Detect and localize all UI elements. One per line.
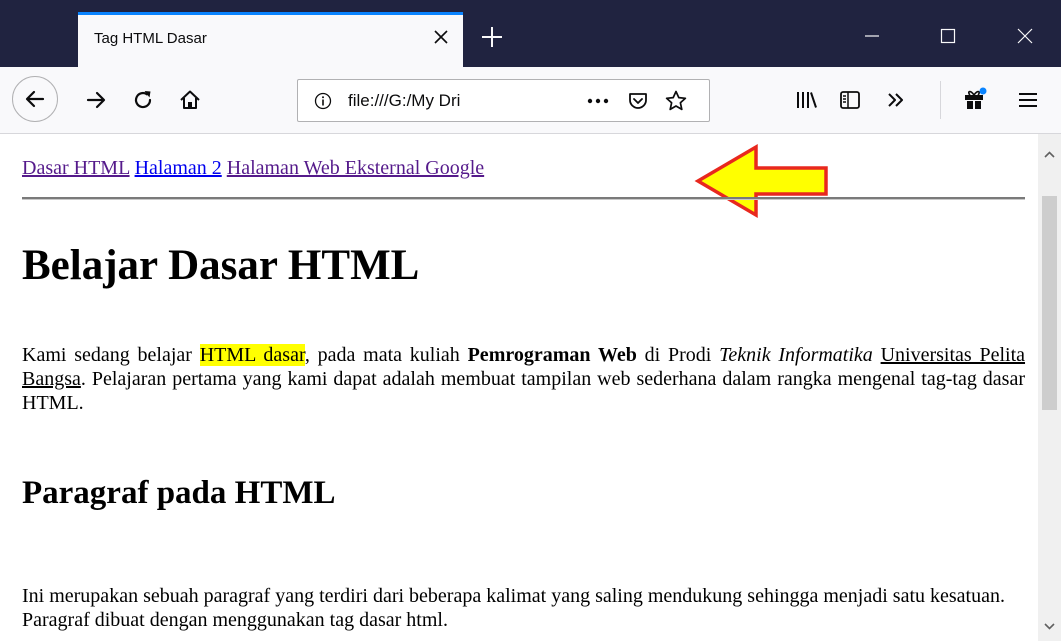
link-google[interactable]: Halaman Web Eksternal Google [227,157,484,179]
window-close-icon[interactable] [1015,26,1035,46]
forward-icon[interactable] [84,88,108,112]
url-text[interactable]: file:///G:/My Dri [348,91,513,111]
web-content: Dasar HTML Halaman 2 Halaman Web Ekstern… [8,134,1038,641]
close-icon[interactable] [431,27,451,47]
pocket-icon[interactable] [627,90,649,112]
nav-links: Dasar HTML Halaman 2 Halaman Web Ekstern… [22,157,484,180]
paragraph-section: Ini merupakan sebuah paragraf yang terdi… [22,585,1005,631]
horizontal-rule [22,197,1025,200]
scroll-up-icon[interactable] [1043,148,1056,161]
url-bar[interactable]: file:///G:/My Dri [297,79,710,122]
tab-title: Tag HTML Dasar [94,30,207,47]
scrollbar-thumb[interactable] [1042,196,1057,410]
back-button[interactable] [12,76,58,122]
title-bar: Tag HTML Dasar [0,0,1061,67]
tab-active[interactable]: Tag HTML Dasar [78,12,463,67]
text-run: . Pelajaran pertama yang kami dapat adal… [22,368,1025,414]
reload-icon[interactable] [131,88,155,112]
bold-text: Pemrograman Web [467,344,637,366]
highlighted-text: HTML dasar [199,344,305,366]
text-run: Kami sedang belajar [22,344,200,366]
page-heading: Belajar Dasar HTML [22,242,420,289]
navigation-toolbar: file:///G:/My Dri [0,67,1061,134]
star-icon[interactable] [664,89,688,113]
minimize-icon[interactable] [862,26,882,46]
sidebar-icon[interactable] [838,88,862,112]
link-halaman-2[interactable]: Halaman 2 [135,157,222,179]
annotation-arrow-icon [694,143,828,219]
vertical-scrollbar[interactable] [1038,134,1061,641]
text-run: , pada mata kuliah [304,344,468,366]
intro-paragraph: Kami sedang belajar HTML dasar, pada mat… [22,343,1025,415]
gift-icon[interactable] [962,86,988,112]
back-icon [25,90,45,108]
more-icon[interactable] [586,92,610,110]
info-icon[interactable] [314,92,332,110]
text-run: di Prodi [636,344,720,366]
scroll-down-icon[interactable] [1043,620,1056,633]
library-icon[interactable] [795,88,819,112]
menu-icon[interactable] [1016,88,1040,112]
maximize-icon[interactable] [938,26,958,46]
text-run [873,344,881,366]
overflow-icon[interactable] [884,88,908,112]
toolbar-separator [940,81,941,119]
section-heading: Paragraf pada HTML [22,475,336,511]
window-left-edge [0,134,8,641]
home-icon[interactable] [178,88,202,112]
plus-icon[interactable] [480,25,504,49]
link-dasar-html[interactable]: Dasar HTML [22,157,130,179]
italic-text: Teknik Informatika [719,344,873,366]
